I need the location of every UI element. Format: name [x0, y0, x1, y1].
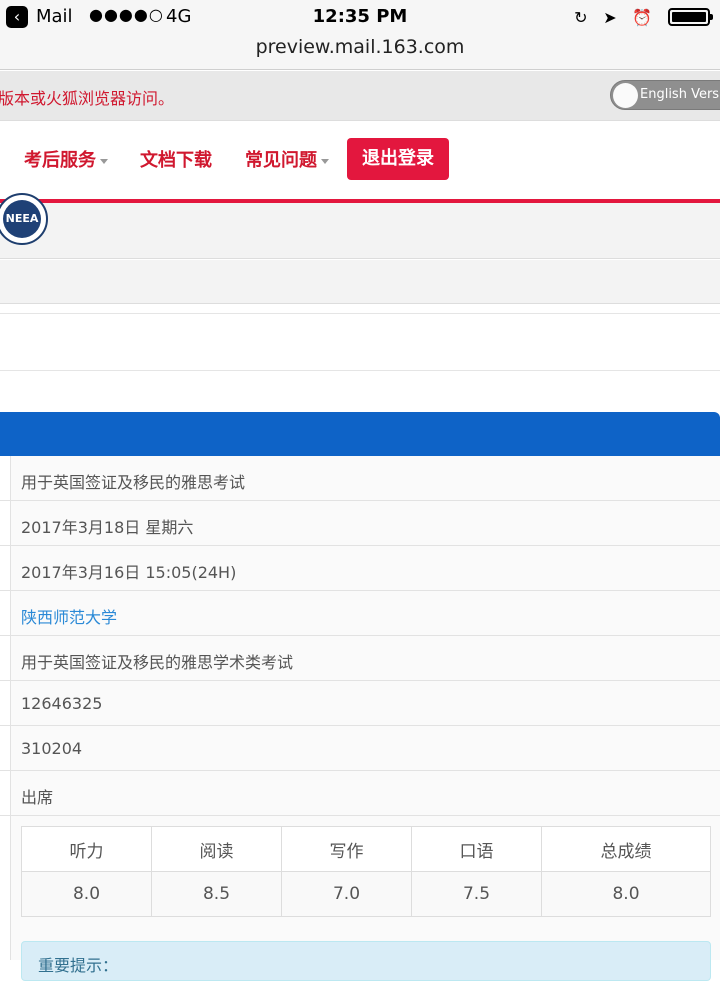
score-section: 听力 阅读 写作 口语 总成绩 8.0 8.5 7.0 7.5 8.0	[0, 816, 720, 960]
detail-value: 2017年3月16日 15:05(24H)	[21, 563, 237, 582]
battery-icon	[668, 8, 713, 26]
content-spacer	[0, 313, 720, 371]
detail-row-registration-time: 2017年3月16日 15:05(24H)	[0, 546, 720, 591]
browser-notice-text: 版本或火狐浏览器访问。	[0, 89, 175, 108]
rotation-lock-icon: ↻	[574, 7, 588, 27]
language-toggle-label: English Version	[640, 87, 720, 102]
results-panel-header	[0, 412, 720, 456]
test-center-link[interactable]: 陕西师范大学	[21, 604, 117, 628]
score-speaking: 7.5	[411, 871, 542, 917]
score-table: 听力 阅读 写作 口语 总成绩 8.0 8.5 7.0 7.5 8.0	[21, 826, 711, 917]
score-header-row: 听力 阅读 写作 口语 总成绩	[21, 826, 711, 872]
detail-row-module: 用于英国签证及移民的雅思学术类考试	[0, 636, 720, 681]
chevron-down-icon	[321, 158, 329, 164]
score-overall: 8.0	[541, 871, 711, 917]
detail-value: 用于英国签证及移民的雅思考试	[21, 473, 246, 492]
chevron-down-icon	[100, 158, 108, 164]
nav-item-label: 考后服务	[24, 150, 96, 171]
ios-browser-chrome: ‹ Mail ●●●●○ 4G 12:35 PM ↻ ➤ ⏰ preview.m…	[0, 0, 720, 70]
toggle-knob	[613, 83, 638, 108]
nav-item-document-download[interactable]: 文档下载	[140, 146, 212, 172]
important-notice-box: 重要提示：	[21, 941, 711, 981]
language-toggle[interactable]: English Version	[610, 80, 720, 110]
score-listening: 8.0	[21, 871, 152, 917]
detail-row-attendance: 出席	[0, 771, 720, 816]
detail-row-test-date: 2017年3月18日 星期六	[0, 501, 720, 546]
score-writing: 7.0	[281, 871, 412, 917]
detail-value: 用于英国签证及移民的雅思学术类考试	[21, 653, 294, 672]
result-details-list: 用于英国签证及移民的雅思考试 2017年3月18日 星期六 2017年3月16日…	[0, 456, 720, 816]
nav-item-label: 文档下载	[140, 150, 212, 171]
important-notice-title: 重要提示：	[38, 956, 119, 975]
nav-item-post-exam-services[interactable]: 考后服务	[24, 146, 108, 172]
logo-band	[0, 203, 720, 259]
detail-row-center-code: 310204	[0, 726, 720, 771]
detail-row-candidate-number: 12646325	[0, 681, 720, 726]
score-header-reading: 阅读	[151, 826, 282, 872]
status-icons: ↻ ➤ ⏰	[564, 6, 713, 28]
score-header-listening: 听力	[21, 826, 152, 872]
logout-button[interactable]: 退出登录	[347, 138, 449, 180]
score-reading: 8.5	[151, 871, 282, 917]
location-arrow-icon: ➤	[603, 7, 617, 27]
score-header-writing: 写作	[281, 826, 412, 872]
alarm-icon: ⏰	[632, 7, 653, 27]
score-value-row: 8.0 8.5 7.0 7.5 8.0	[21, 871, 711, 917]
detail-value: 出席	[21, 788, 54, 807]
neea-logo-text: NEEA	[3, 200, 41, 238]
score-header-overall: 总成绩	[541, 826, 711, 872]
breadcrumb-band	[0, 260, 720, 304]
detail-row-test-center: 陕西师范大学	[0, 591, 720, 636]
score-header-speaking: 口语	[411, 826, 542, 872]
detail-row-exam-product: 用于英国签证及移民的雅思考试	[0, 456, 720, 501]
nav-item-faq[interactable]: 常见问题	[245, 146, 329, 172]
nav-item-label: 常见问题	[245, 150, 317, 171]
detail-value: 310204	[21, 739, 83, 758]
status-bar: ‹ Mail ●●●●○ 4G 12:35 PM ↻ ➤ ⏰	[0, 0, 720, 34]
detail-value: 2017年3月18日 星期六	[21, 518, 194, 537]
main-nav: 考后服务 文档下载 常见问题 退出登录	[0, 121, 720, 199]
address-bar-url[interactable]: preview.mail.163.com	[0, 36, 720, 58]
detail-value: 12646325	[21, 694, 103, 713]
